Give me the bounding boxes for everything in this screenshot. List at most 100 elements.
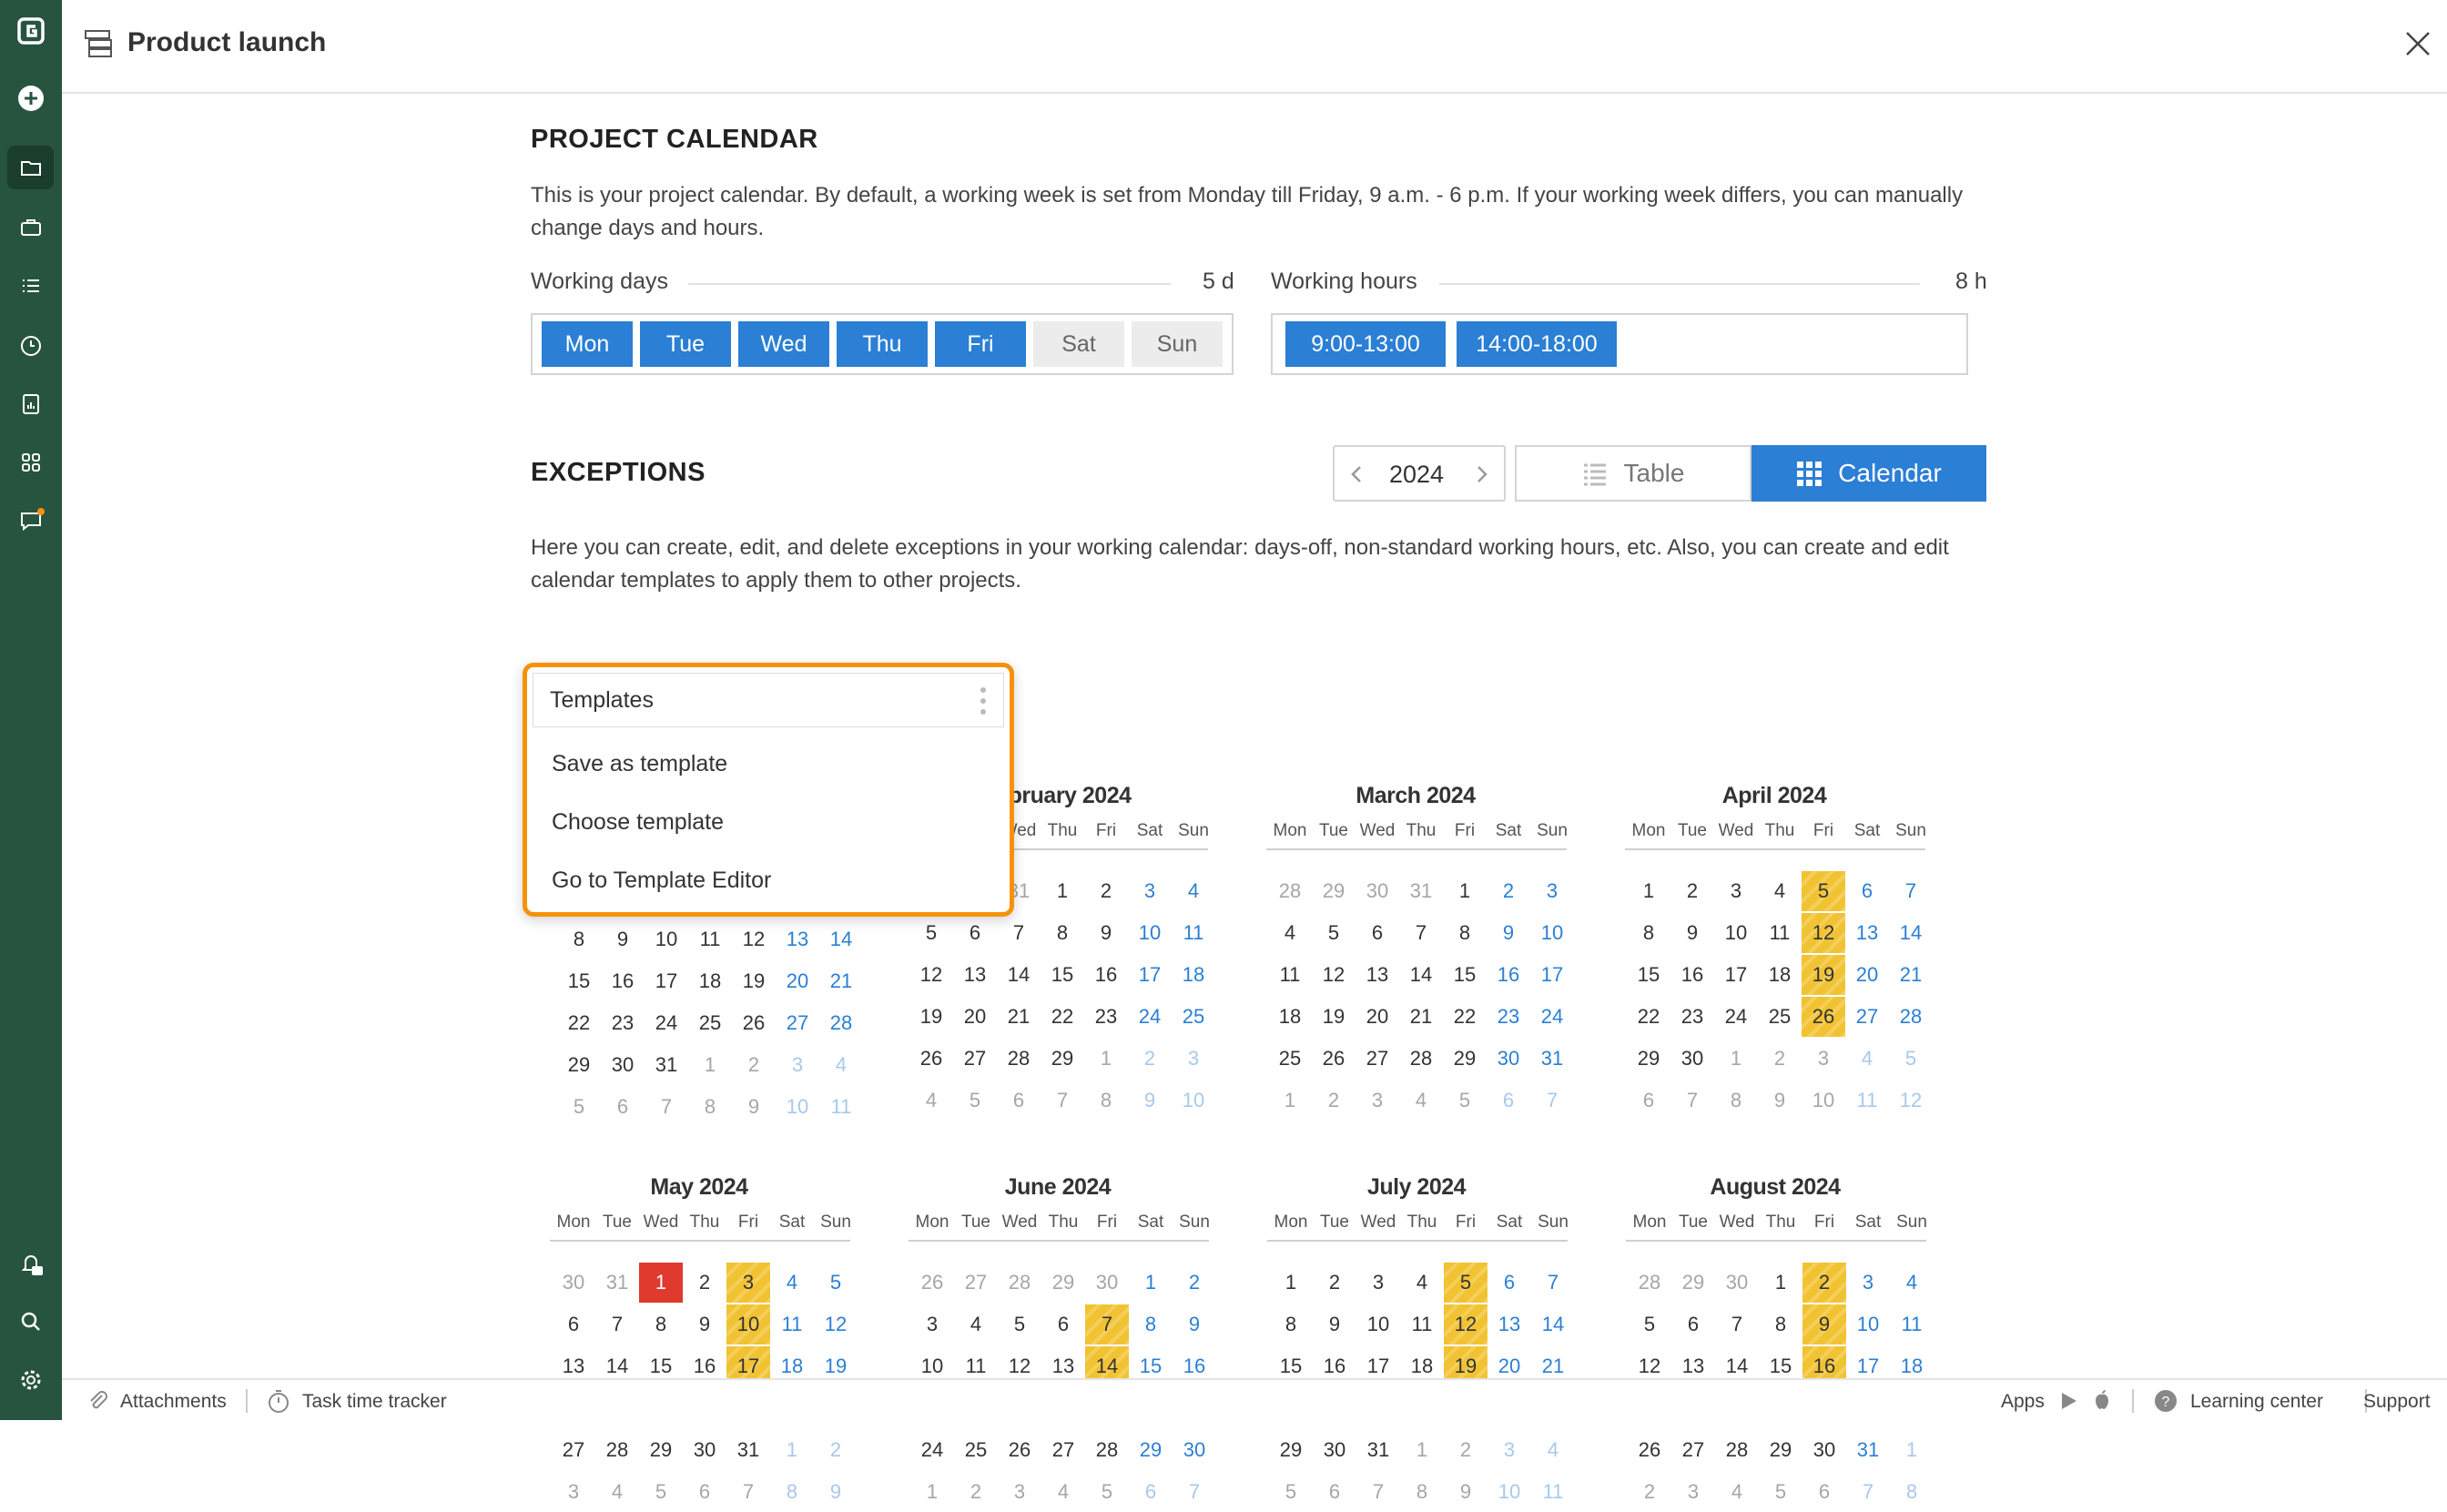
more-vertical-icon[interactable] bbox=[980, 686, 987, 715]
day-cell[interactable]: 31 bbox=[1356, 1430, 1400, 1470]
day-cell[interactable]: 25 bbox=[1268, 1039, 1312, 1079]
day-cell[interactable]: 4 bbox=[954, 1304, 998, 1345]
day-cell[interactable]: 18 bbox=[1172, 955, 1215, 995]
day-toggle-mon[interactable]: Mon bbox=[542, 321, 633, 367]
support-link[interactable]: Support bbox=[2363, 1391, 2431, 1413]
day-cell[interactable]: 11 bbox=[770, 1304, 814, 1345]
day-cell[interactable]: 16 bbox=[1084, 955, 1128, 995]
day-cell[interactable]: 7 bbox=[1846, 1472, 1890, 1512]
day-cell[interactable]: 2 bbox=[1802, 1263, 1846, 1303]
day-cell[interactable]: 10 bbox=[1487, 1472, 1531, 1512]
day-cell[interactable]: 24 bbox=[910, 1430, 954, 1470]
day-cell[interactable]: 30 bbox=[1487, 1039, 1530, 1079]
day-cell[interactable]: 4 bbox=[1268, 913, 1312, 953]
day-cell[interactable]: 6 bbox=[1671, 1304, 1715, 1345]
day-cell[interactable]: 27 bbox=[552, 1430, 595, 1470]
day-cell[interactable]: 26 bbox=[909, 1039, 953, 1079]
chevron-left-icon[interactable] bbox=[1347, 463, 1366, 485]
day-cell[interactable]: 28 bbox=[1889, 997, 1933, 1037]
day-cell[interactable]: 28 bbox=[1085, 1430, 1129, 1470]
day-cell[interactable]: 9 bbox=[1802, 1304, 1846, 1345]
day-cell[interactable]: 30 bbox=[1802, 1430, 1846, 1470]
day-cell[interactable]: 9 bbox=[1084, 913, 1128, 953]
day-cell[interactable]: 1 bbox=[1627, 871, 1670, 911]
day-cell[interactable]: 8 bbox=[1129, 1304, 1173, 1345]
day-cell[interactable]: 15 bbox=[557, 961, 601, 1001]
day-cell[interactable]: 30 bbox=[1173, 1430, 1216, 1470]
day-cell[interactable]: 2 bbox=[1758, 1039, 1802, 1079]
day-cell[interactable]: 7 bbox=[1041, 1081, 1084, 1121]
day-toggle-wed[interactable]: Wed bbox=[738, 321, 829, 367]
day-cell[interactable]: 10 bbox=[1172, 1081, 1215, 1121]
day-cell[interactable]: 15 bbox=[1627, 955, 1670, 995]
day-cell[interactable]: 11 bbox=[1845, 1081, 1889, 1121]
close-icon[interactable] bbox=[2400, 25, 2436, 62]
day-cell[interactable]: 21 bbox=[819, 961, 863, 1001]
day-cell[interactable]: 5 bbox=[557, 1087, 601, 1127]
day-cell[interactable]: 8 bbox=[770, 1472, 814, 1512]
day-cell[interactable]: 12 bbox=[1889, 1081, 1933, 1121]
day-cell[interactable]: 5 bbox=[1759, 1472, 1802, 1512]
day-cell[interactable]: 7 bbox=[645, 1087, 688, 1127]
day-cell[interactable]: 1 bbox=[1084, 1039, 1128, 1079]
reports-icon[interactable] bbox=[0, 379, 62, 430]
day-cell[interactable]: 31 bbox=[1846, 1430, 1890, 1470]
day-cell[interactable]: 7 bbox=[726, 1472, 770, 1512]
day-cell[interactable]: 4 bbox=[770, 1263, 814, 1303]
day-cell[interactable]: 30 bbox=[1085, 1263, 1129, 1303]
day-cell[interactable]: 1 bbox=[1759, 1263, 1802, 1303]
day-cell[interactable]: 30 bbox=[1715, 1263, 1759, 1303]
day-cell[interactable]: 2 bbox=[1173, 1263, 1216, 1303]
day-cell[interactable]: 29 bbox=[1312, 871, 1355, 911]
day-cell[interactable]: 29 bbox=[1041, 1263, 1085, 1303]
day-cell[interactable]: 31 bbox=[645, 1045, 688, 1085]
day-cell[interactable]: 5 bbox=[1628, 1304, 1671, 1345]
day-cell[interactable]: 9 bbox=[732, 1087, 776, 1127]
apple-icon[interactable] bbox=[2092, 1389, 2112, 1411]
day-cell[interactable]: 11 bbox=[1400, 1304, 1444, 1345]
day-cell[interactable]: 9 bbox=[1313, 1304, 1356, 1345]
day-cell[interactable]: 4 bbox=[1845, 1039, 1889, 1079]
day-cell[interactable]: 22 bbox=[557, 1003, 601, 1043]
day-cell[interactable]: 9 bbox=[1128, 1081, 1172, 1121]
day-cell[interactable]: 7 bbox=[1889, 871, 1933, 911]
day-cell[interactable]: 14 bbox=[1889, 913, 1933, 953]
day-cell[interactable]: 27 bbox=[776, 1003, 819, 1043]
day-cell[interactable]: 12 bbox=[909, 955, 953, 995]
day-cell[interactable]: 29 bbox=[1269, 1430, 1313, 1470]
add-icon[interactable] bbox=[0, 73, 62, 124]
day-cell[interactable]: 9 bbox=[1487, 913, 1530, 953]
day-cell[interactable]: 28 bbox=[1628, 1263, 1671, 1303]
day-cell[interactable]: 6 bbox=[1041, 1304, 1085, 1345]
templates-dropdown-header[interactable]: Templates bbox=[533, 673, 1004, 727]
day-cell[interactable]: 6 bbox=[1845, 871, 1889, 911]
day-cell[interactable]: 9 bbox=[1444, 1472, 1487, 1512]
day-cell[interactable]: 29 bbox=[557, 1045, 601, 1085]
day-cell[interactable]: 1 bbox=[639, 1263, 683, 1303]
day-cell[interactable]: 2 bbox=[1670, 871, 1714, 911]
day-cell[interactable]: 4 bbox=[1758, 871, 1802, 911]
day-cell[interactable]: 27 bbox=[953, 1039, 997, 1079]
day-cell[interactable]: 4 bbox=[1400, 1263, 1444, 1303]
day-cell[interactable]: 13 bbox=[1487, 1304, 1531, 1345]
day-cell[interactable]: 24 bbox=[645, 1003, 688, 1043]
chat-icon[interactable] bbox=[0, 495, 62, 546]
day-cell[interactable]: 27 bbox=[954, 1263, 998, 1303]
day-cell[interactable]: 14 bbox=[997, 955, 1041, 995]
day-cell[interactable]: 3 bbox=[552, 1472, 595, 1512]
projects-icon[interactable] bbox=[0, 142, 62, 193]
day-cell[interactable]: 2 bbox=[1444, 1430, 1487, 1470]
day-cell[interactable]: 12 bbox=[732, 919, 776, 959]
day-cell[interactable]: 8 bbox=[1269, 1304, 1313, 1345]
day-cell[interactable]: 31 bbox=[726, 1430, 770, 1470]
day-cell[interactable]: 5 bbox=[814, 1263, 858, 1303]
day-cell[interactable]: 30 bbox=[1670, 1039, 1714, 1079]
day-cell[interactable]: 7 bbox=[1173, 1472, 1216, 1512]
day-cell[interactable]: 7 bbox=[1530, 1081, 1574, 1121]
template-editor-item[interactable]: Go to Template Editor bbox=[552, 868, 771, 894]
table-view-button[interactable]: Table bbox=[1515, 445, 1751, 502]
day-cell[interactable]: 6 bbox=[1487, 1081, 1530, 1121]
day-cell[interactable]: 15 bbox=[1443, 955, 1487, 995]
task-time-tracker-link[interactable]: Task time tracker bbox=[302, 1391, 447, 1413]
day-cell[interactable]: 2 bbox=[814, 1430, 858, 1470]
